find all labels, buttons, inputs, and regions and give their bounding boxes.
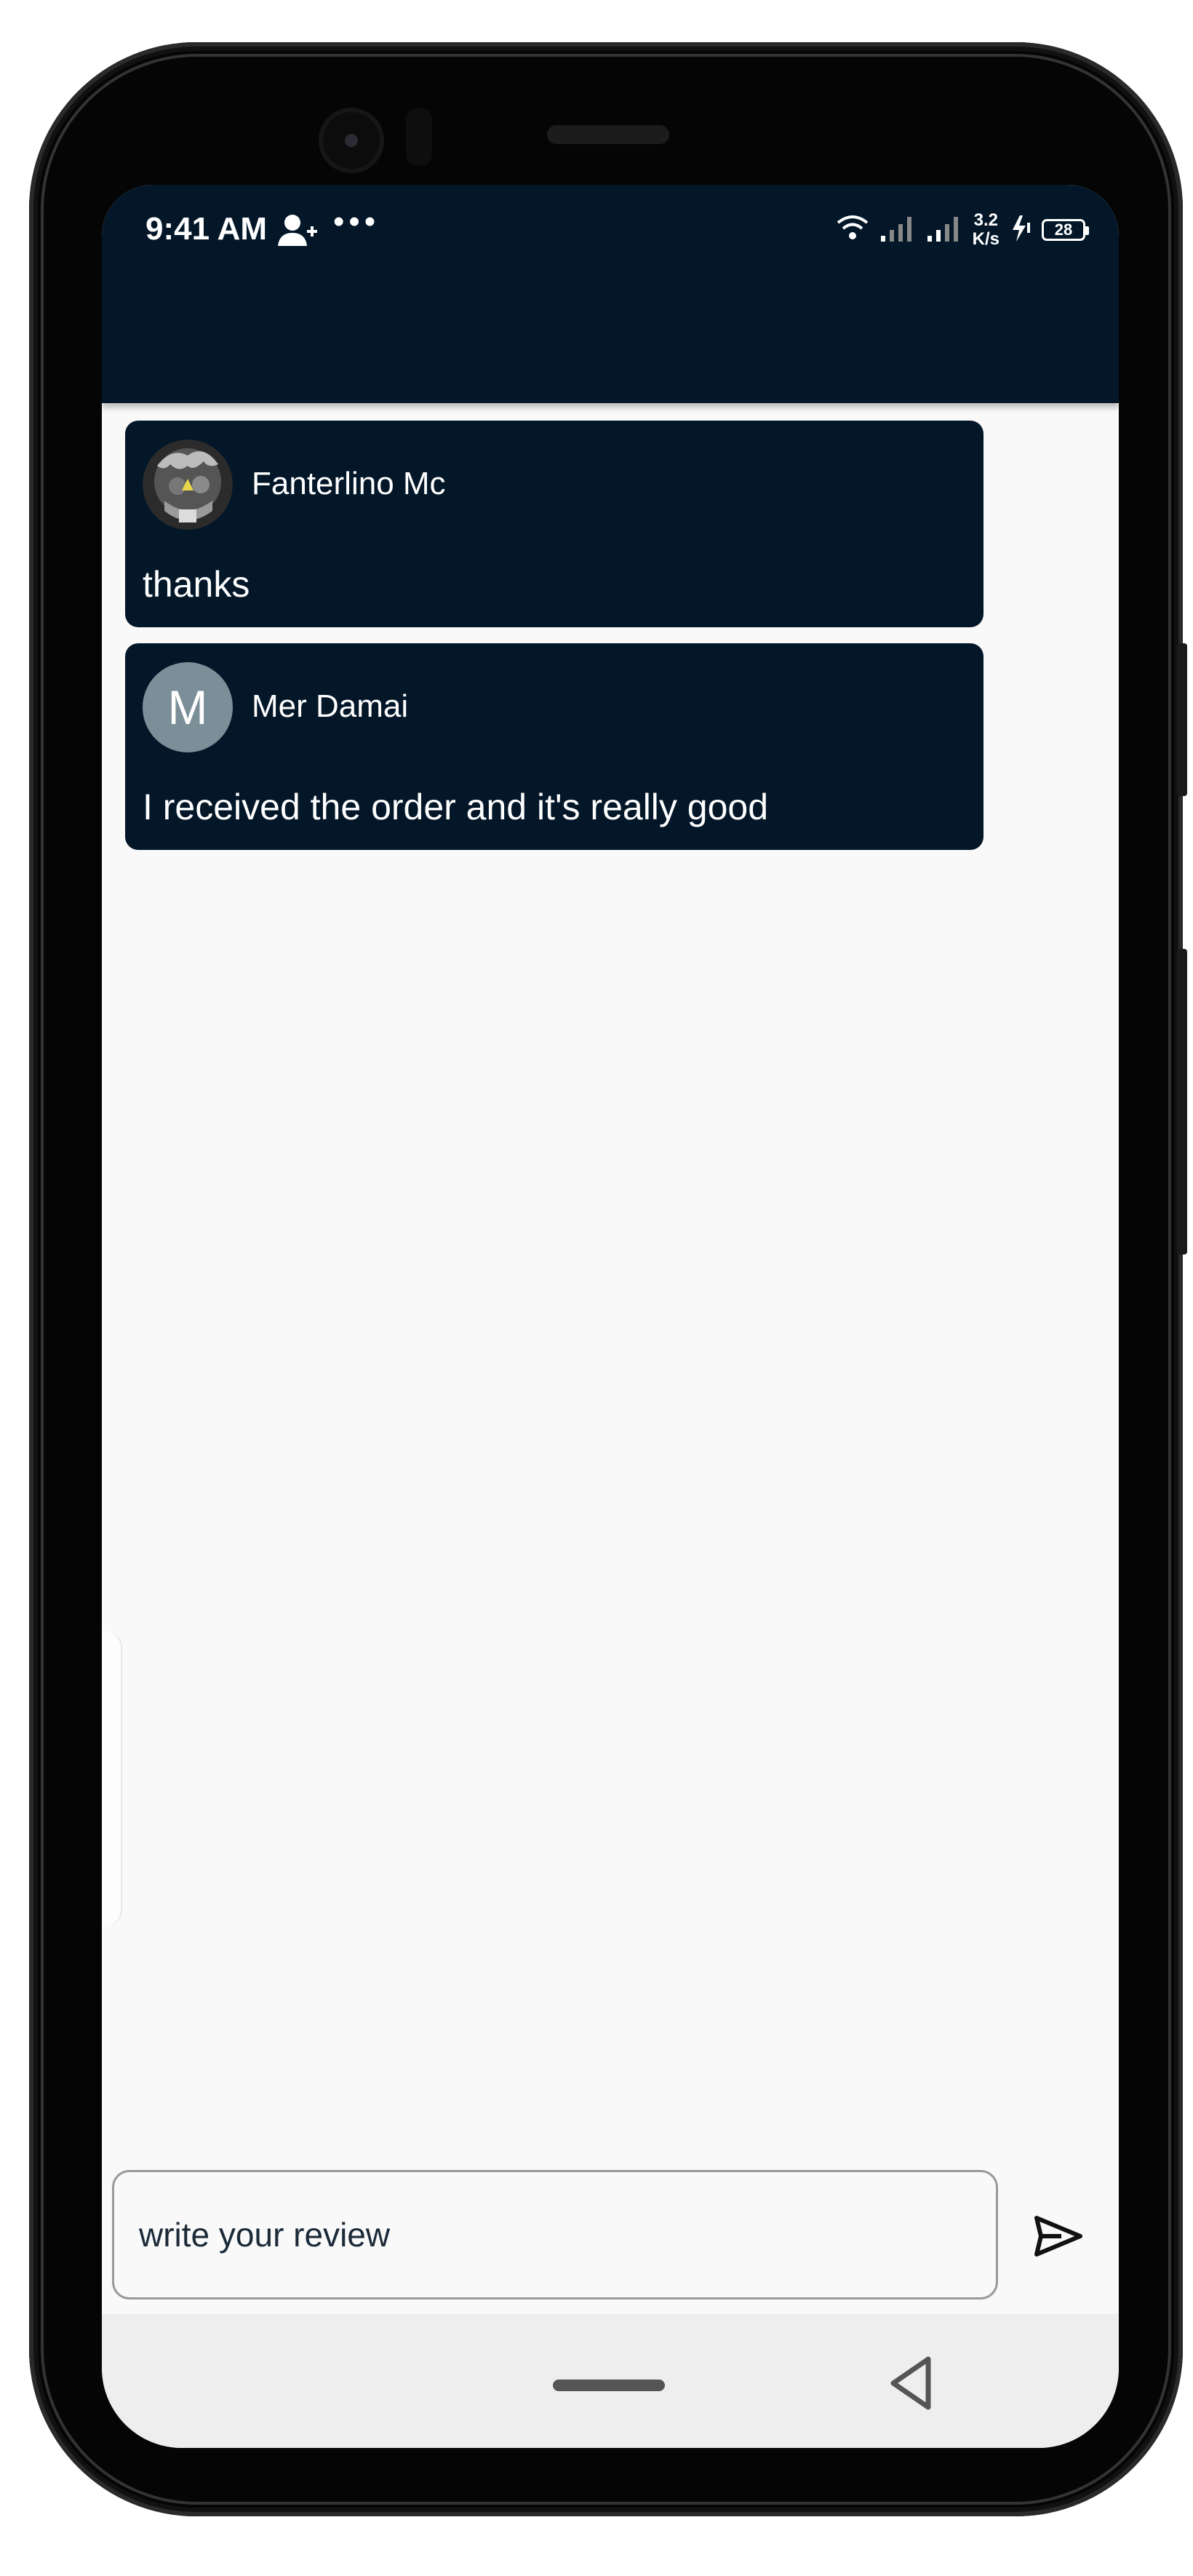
wifi-icon (836, 214, 869, 247)
person-add-icon (276, 212, 319, 256)
review-card: M Mer Damai I received the order and it'… (125, 643, 983, 850)
review-text: thanks (143, 564, 250, 605)
earpiece-speaker (547, 125, 669, 144)
speed-unit: K/s (972, 229, 1000, 249)
edge-panel-handle[interactable] (102, 1631, 122, 1925)
charging-icon (1010, 214, 1032, 247)
front-camera (319, 108, 384, 173)
home-pill-icon[interactable] (553, 2380, 665, 2391)
review-input[interactable] (112, 2170, 998, 2299)
app-header: 9:41 AM ••• 3.2 K/s 28 (102, 185, 1119, 403)
battery-icon: 28 (1042, 219, 1089, 241)
signal-icon (879, 214, 916, 247)
signal-icon (926, 214, 962, 247)
back-triangle-icon (890, 2356, 931, 2410)
power-button (1177, 949, 1187, 1255)
send-button[interactable] (1018, 2196, 1098, 2276)
reviewer-name: Fanterlino Mc (252, 466, 446, 501)
proximity-sensor (406, 108, 432, 166)
avatar (143, 440, 233, 530)
status-indicators: 3.2 K/s 28 (836, 208, 1089, 252)
send-icon (1034, 2216, 1082, 2257)
volume-button (1177, 643, 1187, 796)
speed-value: 3.2 (973, 210, 998, 230)
avatar: M (143, 662, 233, 752)
back-button[interactable] (880, 2350, 946, 2416)
review-card: Fanterlino Mc thanks (125, 421, 983, 627)
review-text: I received the order and it's really goo… (143, 787, 769, 827)
reviewer-name: Mer Damai (252, 688, 409, 724)
system-nav-bar (102, 2314, 1119, 2448)
network-speed: 3.2 K/s (973, 211, 1000, 249)
app-screen: 9:41 AM ••• 3.2 K/s 28 Fanterlino Mc tha… (102, 185, 1119, 2448)
status-time: 9:41 AM (145, 211, 268, 247)
status-more-dots: ••• (333, 204, 380, 239)
